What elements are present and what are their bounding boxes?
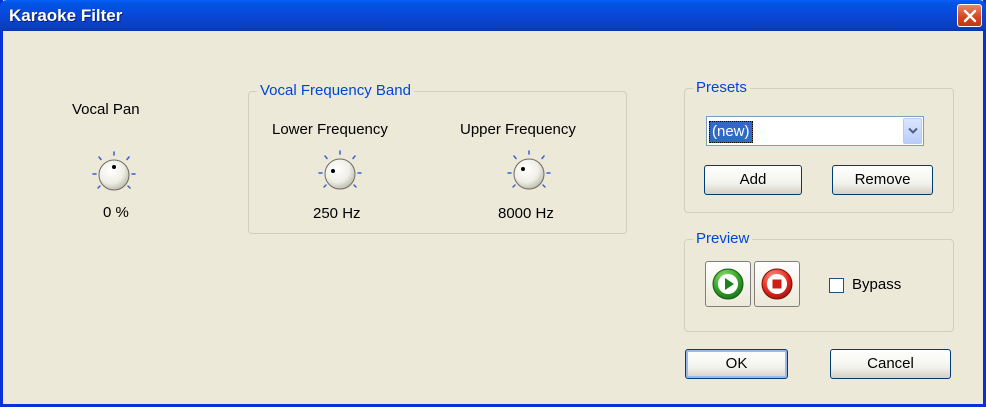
chevron-down-icon [908, 127, 918, 134]
play-icon [712, 268, 744, 300]
play-button[interactable] [705, 261, 751, 307]
bypass-checkbox[interactable] [829, 278, 844, 293]
preview-legend: Preview [693, 230, 753, 247]
upper-frequency-value: 8000 Hz [498, 205, 554, 222]
vocal-frequency-band-group: Vocal Frequency Band [248, 82, 627, 234]
vocal-pan-label: Vocal Pan [72, 101, 140, 118]
lower-frequency-knob[interactable] [315, 148, 365, 198]
presets-dropdown-arrow[interactable] [903, 118, 922, 144]
remove-preset-button[interactable]: Remove [832, 165, 933, 195]
upper-frequency-label: Upper Frequency [460, 121, 576, 138]
lower-frequency-label: Lower Frequency [272, 121, 388, 138]
add-preset-button[interactable]: Add [704, 165, 802, 195]
vocal-pan-knob[interactable] [89, 149, 139, 199]
karaoke-filter-dialog: Karaoke Filter Vocal Pan 0 % Vocal Frequ… [0, 0, 986, 407]
bypass-label[interactable]: Bypass [852, 276, 901, 293]
close-x-icon [963, 9, 977, 23]
close-button[interactable] [957, 4, 982, 27]
presets-dropdown[interactable]: (new) [706, 116, 924, 146]
vocal-pan-value: 0 % [103, 204, 129, 221]
presets-legend: Presets [693, 79, 750, 96]
stop-button[interactable] [754, 261, 800, 307]
presets-selected-value: (new) [709, 121, 753, 143]
lower-frequency-value: 250 Hz [313, 205, 361, 222]
upper-frequency-knob[interactable] [504, 148, 554, 198]
title-bar[interactable]: Karaoke Filter [0, 0, 986, 31]
window-title: Karaoke Filter [9, 6, 123, 25]
ok-button[interactable]: OK [685, 349, 788, 379]
stop-icon [761, 268, 793, 300]
cancel-button[interactable]: Cancel [830, 349, 951, 379]
vocal-frequency-band-legend: Vocal Frequency Band [257, 82, 414, 99]
